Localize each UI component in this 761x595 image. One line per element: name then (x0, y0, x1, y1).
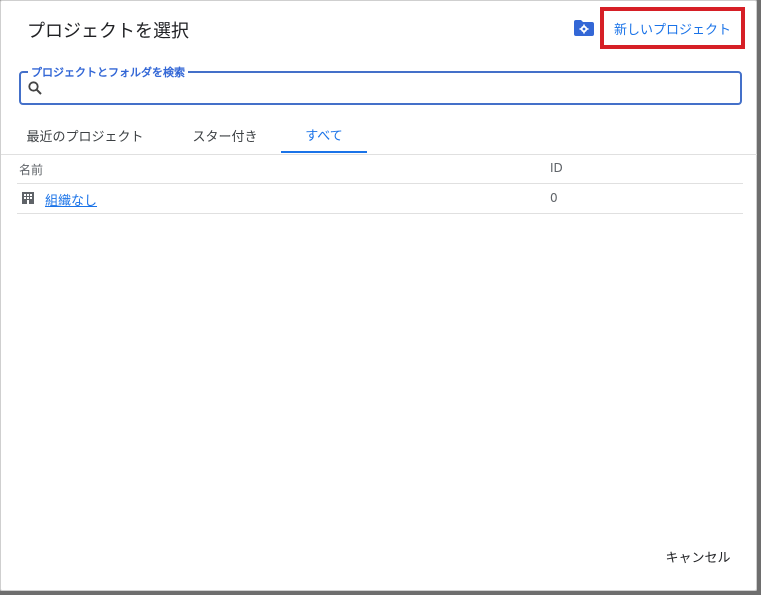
tab-starred-label: スター付き (192, 129, 258, 145)
select-project-dialog: プロジェクトを選択 新しいプロジェクト プロジェクトとフォルダを検索 最近のプロ… (0, 0, 758, 591)
tab-recent-label: 最近のプロジェクト (26, 129, 144, 145)
new-project-label: 新しいプロジェクト (613, 22, 731, 38)
building-icon (22, 192, 34, 204)
column-header-name[interactable]: 名前 (19, 161, 43, 178)
background-edge (757, 0, 761, 595)
tab-bar: 最近のプロジェクト スター付き すべて (1, 117, 758, 155)
cancel-label: キャンセル (665, 550, 731, 566)
table-header: 名前 ID (17, 154, 743, 184)
tab-all-label: すべて (305, 128, 343, 144)
tab-starred[interactable]: スター付き (179, 117, 271, 153)
tab-recent[interactable]: 最近のプロジェクト (15, 117, 155, 153)
column-header-id[interactable]: ID (550, 161, 563, 175)
search-field[interactable]: プロジェクトとフォルダを検索 (19, 64, 742, 105)
new-project-button[interactable]: 新しいプロジェクト (600, 7, 745, 49)
cancel-button[interactable]: キャンセル (658, 541, 738, 571)
search-icon (28, 81, 42, 95)
project-table: 名前 ID 組織なし 0 (17, 154, 743, 214)
tab-all[interactable]: すべて (281, 117, 367, 153)
background-edge-bottom (0, 591, 761, 595)
search-input[interactable] (49, 77, 733, 101)
organization-link[interactable]: 組織なし (45, 190, 97, 209)
table-row[interactable]: 組織なし 0 (17, 184, 743, 214)
dialog-title: プロジェクトを選択 (27, 21, 189, 42)
row-id: 0 (550, 191, 558, 205)
folder-gear-icon[interactable] (573, 19, 595, 37)
